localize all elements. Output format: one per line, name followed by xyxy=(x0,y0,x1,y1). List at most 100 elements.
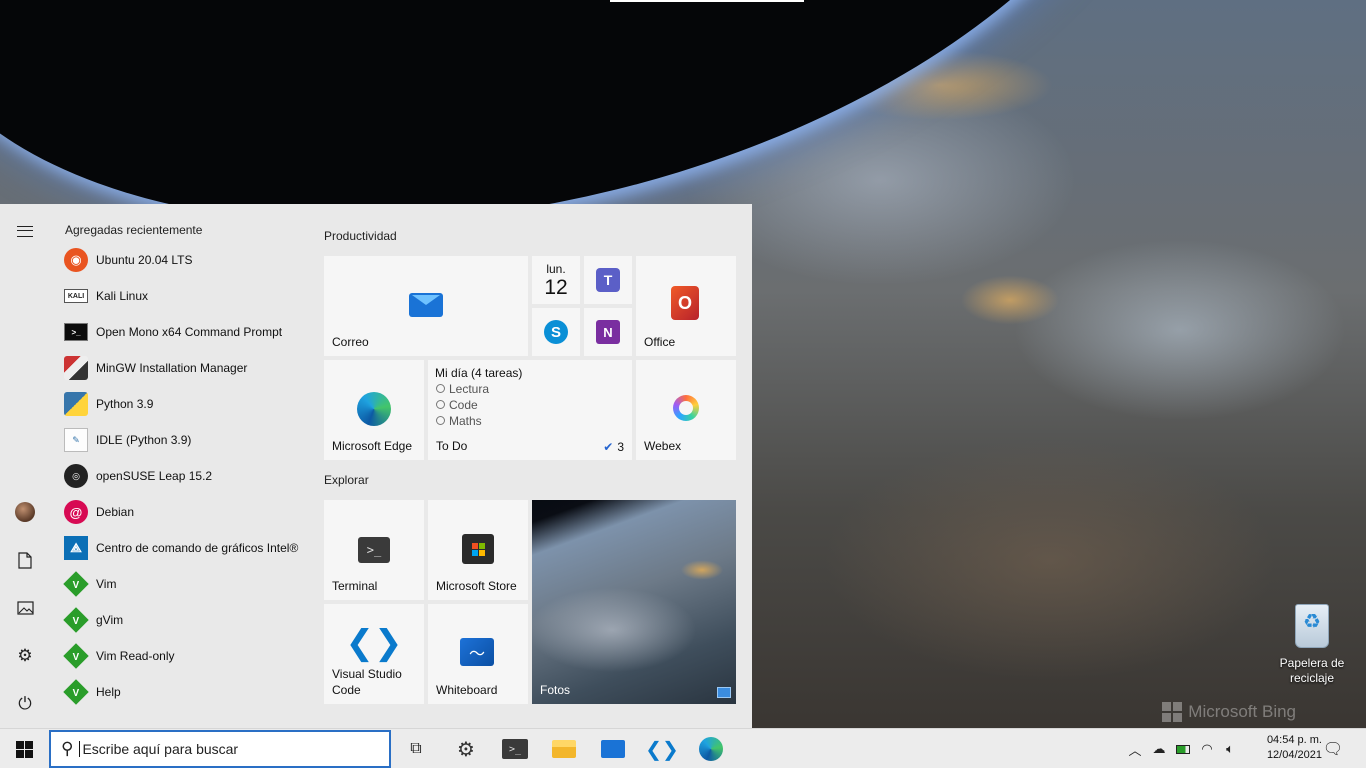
document-icon xyxy=(18,551,32,569)
app-list-item[interactable]: V Vim Read-only xyxy=(58,638,308,674)
todo-count: ✔ 3 xyxy=(603,440,624,454)
app-list-item[interactable]: Python 3.9 xyxy=(58,386,308,422)
app-list: Agregadas recientemente ◉ Ubuntu 20.04 LT… xyxy=(58,218,308,710)
onedrive-button[interactable]: ☁ xyxy=(1148,729,1170,768)
app-list-item[interactable]: ✎ IDLE (Python 3.9) xyxy=(58,422,308,458)
taskbar-terminal[interactable]: >_ xyxy=(491,729,539,768)
app-list-item[interactable]: ⟁ Centro de comando de gráficos Intel® xyxy=(58,530,308,566)
battery-button[interactable] xyxy=(1172,729,1194,768)
teams-icon: T xyxy=(596,268,620,292)
tile-edge[interactable]: Microsoft Edge xyxy=(324,360,424,460)
tile-office[interactable]: O Office xyxy=(636,256,736,356)
clock-date: 12/04/2021 xyxy=(1266,749,1322,761)
search-input[interactable]: Escribe aquí para buscar xyxy=(79,741,238,757)
vim-icon: V xyxy=(63,679,89,705)
taskbar-settings[interactable]: ⚙ xyxy=(442,729,490,768)
app-list-item[interactable]: KALI Kali Linux xyxy=(58,278,308,314)
tile-webex-label: Webex xyxy=(644,439,682,453)
tile-skype[interactable]: S xyxy=(532,308,580,356)
show-hidden-icons-button[interactable]: ︿ xyxy=(1124,729,1146,768)
tile-webex[interactable]: Webex xyxy=(636,360,736,460)
app-list-item[interactable]: @ Debian xyxy=(58,494,308,530)
documents-button[interactable] xyxy=(8,543,42,577)
app-list-item-label: Help xyxy=(96,685,121,699)
app-list-item-label: Kali Linux xyxy=(96,289,149,303)
app-list-item-label: Vim xyxy=(96,577,117,591)
avatar xyxy=(15,502,35,522)
ubuntu-icon: ◉ xyxy=(64,248,88,272)
clock-time: 04:54 p. m. xyxy=(1266,734,1322,746)
settings-button[interactable]: ⚙ xyxy=(8,639,42,673)
task-view-button[interactable]: ⧉ xyxy=(392,729,440,768)
recycle-bin-label: Papelera de reciclaje xyxy=(1279,656,1345,685)
volume-button[interactable]: 🔈︎ xyxy=(1219,729,1241,768)
app-list-item-label: Vim Read-only xyxy=(96,649,175,663)
wifi-button[interactable]: ◠ xyxy=(1196,729,1218,768)
tile-onenote[interactable]: N xyxy=(584,308,632,356)
taskbar-edge[interactable] xyxy=(687,729,735,768)
gear-icon: ⚙ xyxy=(457,738,475,761)
windows-logo-icon xyxy=(15,740,33,758)
opensuse-icon: ◎ xyxy=(64,464,88,488)
tile-vscode-label: Visual Studio Code xyxy=(332,667,402,697)
start-button[interactable] xyxy=(0,729,48,768)
terminal-icon: >_ xyxy=(358,537,390,563)
app-list-item-label: Open Mono x64 Command Prompt xyxy=(96,325,283,339)
app-list-item[interactable]: MinGW Installation Manager xyxy=(58,350,308,386)
tile-mail[interactable]: Correo xyxy=(324,256,528,356)
taskbar-file-explorer[interactable] xyxy=(540,729,588,768)
tile-vscode[interactable]: ❮❯ Visual Studio Code xyxy=(324,604,424,704)
edge-icon xyxy=(357,392,391,426)
search-box[interactable]: ⚲ Escribe aquí para buscar xyxy=(49,730,391,768)
tile-photos[interactable]: Fotos xyxy=(532,500,736,704)
taskbar-vscode[interactable]: ❮❯ xyxy=(638,729,686,768)
vim-icon: V xyxy=(63,643,89,669)
notifications-button[interactable]: 🗨︎ xyxy=(1318,729,1348,768)
onenote-icon: N xyxy=(596,320,620,344)
expand-menu-button[interactable] xyxy=(8,214,42,248)
tile-teams[interactable]: T xyxy=(584,256,632,304)
app-list-item-label: openSUSE Leap 15.2 xyxy=(96,469,213,483)
account-button[interactable] xyxy=(8,495,42,529)
app-list-item-label: IDLE (Python 3.9) xyxy=(96,433,192,447)
app-list-item-label: Python 3.9 xyxy=(96,397,154,411)
app-list-item[interactable]: ◉ Ubuntu 20.04 LTS xyxy=(58,242,308,278)
app-list-item[interactable]: V Vim xyxy=(58,566,308,602)
recycle-bin-shortcut[interactable]: Papelera de reciclaje xyxy=(1274,600,1350,686)
tile-office-label: Office xyxy=(644,335,676,349)
mail-icon xyxy=(601,740,625,758)
skype-icon: S xyxy=(544,320,568,344)
photos-app-icon xyxy=(717,687,731,698)
tile-calendar[interactable]: lun. 12 xyxy=(532,256,580,304)
mail-icon xyxy=(408,290,444,320)
edge-icon xyxy=(699,737,723,761)
bing-logo-icon xyxy=(1162,702,1183,722)
chevron-up-icon: ︿ xyxy=(1128,742,1142,758)
kali-icon: KALI xyxy=(64,289,88,303)
app-list-item[interactable]: >_ Open Mono x64 Command Prompt xyxy=(58,314,308,350)
tile-todo[interactable]: Mi día (4 tareas) Lectura Code Maths To … xyxy=(428,360,632,460)
calendar-day: lun. xyxy=(546,262,566,276)
app-list-item[interactable]: ◎ openSUSE Leap 15.2 xyxy=(58,458,308,494)
taskbar-mail[interactable] xyxy=(589,729,637,768)
app-list-item[interactable]: V Help xyxy=(58,674,308,710)
volume-icon: 🔈︎ xyxy=(1226,741,1234,756)
clock[interactable]: 04:54 p. m. 12/04/2021 xyxy=(1267,733,1322,763)
vscode-icon: ❮❯ xyxy=(345,624,403,662)
recycle-bin-icon xyxy=(1295,604,1329,648)
webex-icon xyxy=(673,395,699,421)
tile-terminal[interactable]: >_ Terminal xyxy=(324,500,424,600)
tile-photos-label: Fotos xyxy=(540,683,571,697)
intel-graphics-icon: ⟁ xyxy=(64,536,88,560)
start-menu: ⚙ ⏻ Agregadas recientemente ◉ Ubuntu 20.0… xyxy=(0,204,752,728)
task-view-icon: ⧉ xyxy=(410,740,422,757)
app-list-item[interactable]: VgVim xyxy=(58,602,308,638)
tile-whiteboard[interactable]: 〜 Whiteboard xyxy=(428,604,528,704)
power-button[interactable]: ⏻ xyxy=(8,687,42,721)
tile-store[interactable]: Microsoft Store xyxy=(428,500,528,600)
todo-item: Maths xyxy=(436,414,482,428)
tile-whiteboard-label: Whiteboard xyxy=(436,683,498,697)
pictures-button[interactable] xyxy=(8,591,42,625)
vim-icon: V xyxy=(63,607,89,633)
vscode-icon: ❮❯ xyxy=(645,738,679,761)
